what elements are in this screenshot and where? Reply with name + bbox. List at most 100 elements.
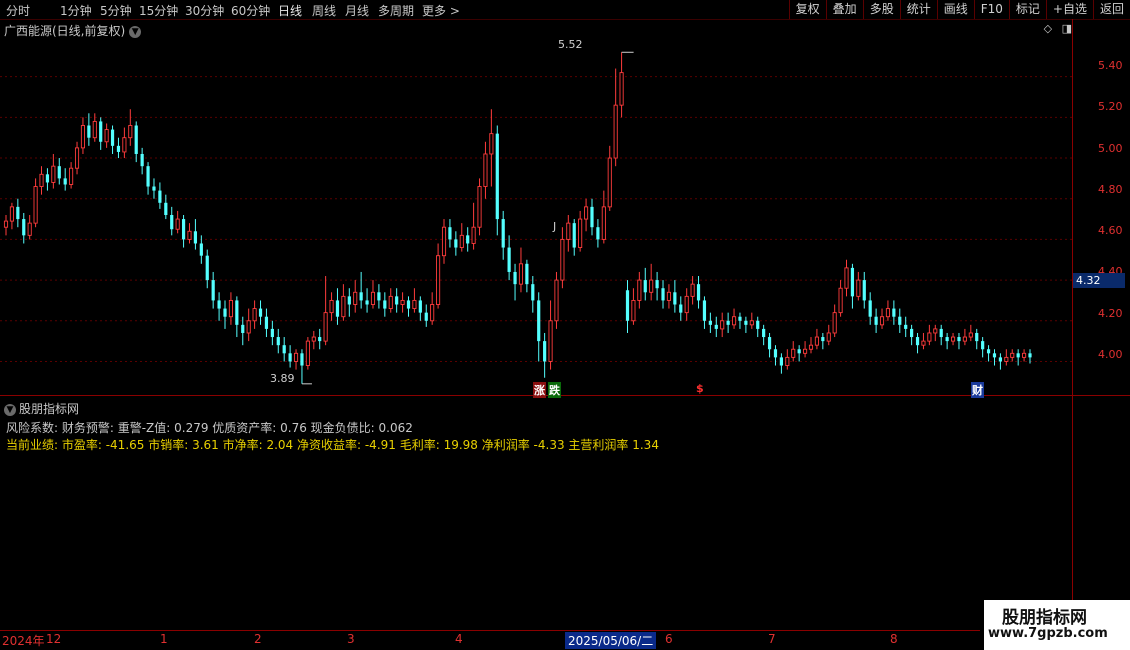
candle [666, 284, 671, 309]
candle [507, 235, 511, 281]
candle [915, 332, 920, 354]
tab-15min[interactable]: 15分钟 [139, 2, 178, 19]
candle [767, 332, 772, 358]
y-tick-label: 4.60 [1098, 224, 1123, 237]
candle [525, 259, 529, 293]
x-cursor-date-label: 2025/05/06/二 [565, 632, 657, 649]
candle [87, 113, 91, 146]
indicator-title: ▼ 股朋指标网 [4, 400, 79, 417]
period-toolbar: 分时 1分钟 5分钟 15分钟 30分钟 60分钟 日线 周线 月线 多周期 更… [0, 0, 1130, 20]
y-tick-label: 4.00 [1098, 348, 1123, 361]
low-price-label: 3.89 [270, 372, 295, 385]
chart-corner-icons: ◇ ◨ [1044, 22, 1072, 35]
tab-fenshi[interactable]: 分时 [6, 2, 30, 19]
mark-button[interactable]: 标记 [1008, 0, 1046, 19]
candle [264, 308, 269, 338]
candle [762, 324, 766, 346]
candle [1022, 349, 1027, 362]
tab-weekly[interactable]: 周线 [312, 2, 336, 19]
watermark-name: 股朋指标网 [1002, 608, 1087, 628]
watermark-url: www.7gpzb.com [988, 626, 1108, 641]
candle [235, 296, 239, 338]
candle [673, 280, 677, 313]
candle [9, 202, 14, 230]
candle [927, 324, 932, 346]
candle [69, 162, 74, 189]
tab-5min[interactable]: 5分钟 [100, 2, 132, 19]
candle [998, 353, 1003, 370]
candle [359, 271, 363, 309]
candle [981, 337, 985, 358]
candle [122, 127, 127, 159]
limit-up-marker[interactable]: 涨 [533, 382, 546, 398]
candle [601, 190, 606, 244]
tab-daily[interactable]: 日线 [278, 2, 302, 19]
tab-30min[interactable]: 30分钟 [185, 2, 224, 19]
candle [856, 271, 861, 301]
add-watchlist-button[interactable]: +自选 [1045, 0, 1093, 19]
y-tick-label: 4.80 [1098, 183, 1123, 196]
candle [80, 117, 85, 154]
candle [850, 263, 855, 309]
overlay-button[interactable]: 叠加 [825, 0, 863, 19]
candle [424, 304, 428, 327]
candle [22, 212, 26, 244]
chevron-down-icon[interactable]: ▼ [4, 403, 16, 416]
panel-divider [0, 395, 1130, 396]
candle [228, 292, 233, 325]
candle [436, 243, 441, 309]
candle [537, 292, 541, 362]
candle [613, 68, 618, 167]
candle [785, 349, 790, 370]
candle [400, 292, 405, 313]
candle [637, 271, 642, 309]
candle [288, 345, 292, 368]
candle [945, 332, 949, 350]
candle [643, 267, 647, 301]
candle [45, 168, 50, 191]
candle [975, 328, 979, 350]
statistics-button[interactable]: 统计 [899, 0, 937, 19]
candle [921, 332, 926, 350]
draw-line-button[interactable]: 画线 [936, 0, 974, 19]
limit-down-marker[interactable]: 跌 [548, 382, 561, 398]
diamond-icon[interactable]: ◇ [1044, 22, 1052, 35]
candle [246, 308, 251, 342]
tab-more[interactable]: 更多 > [422, 2, 460, 19]
candle [406, 296, 411, 317]
candle [63, 168, 67, 191]
tab-60min[interactable]: 60分钟 [231, 2, 270, 19]
f10-button[interactable]: F10 [973, 0, 1009, 19]
candle [744, 316, 748, 333]
candle [353, 280, 358, 313]
candle [868, 292, 872, 325]
candle [957, 332, 961, 350]
candle [661, 280, 665, 309]
candle [518, 247, 524, 293]
candle [193, 219, 198, 250]
x-tick-label: 6 [665, 632, 673, 646]
candlestick-chart[interactable] [0, 36, 1072, 394]
financial-report-marker[interactable]: 财 [971, 382, 984, 398]
candle [483, 141, 488, 199]
panel-toggle-icon[interactable]: ◨ [1062, 22, 1072, 35]
candle [679, 296, 683, 321]
candle [74, 141, 80, 175]
candle [874, 308, 878, 333]
candle [826, 324, 831, 346]
performance-info-line: 当前业绩: 市盈率: -41.65 市销率: 3.61 市净率: 2.04 净资… [6, 438, 659, 452]
multi-stock-button[interactable]: 多股 [862, 0, 900, 19]
candle [708, 312, 712, 333]
candle [904, 316, 908, 338]
tab-multi-period[interactable]: 多周期 [378, 2, 414, 19]
tab-1min[interactable]: 1分钟 [60, 2, 92, 19]
back-button[interactable]: 返回 [1092, 0, 1130, 19]
candle [714, 316, 718, 338]
dividend-marker[interactable]: $ [695, 382, 705, 395]
restore-rights-button[interactable]: 复权 [788, 0, 826, 19]
tab-monthly[interactable]: 月线 [345, 2, 369, 19]
candle [596, 219, 600, 248]
candle [175, 210, 180, 234]
candle [814, 328, 819, 350]
candle [578, 210, 583, 252]
